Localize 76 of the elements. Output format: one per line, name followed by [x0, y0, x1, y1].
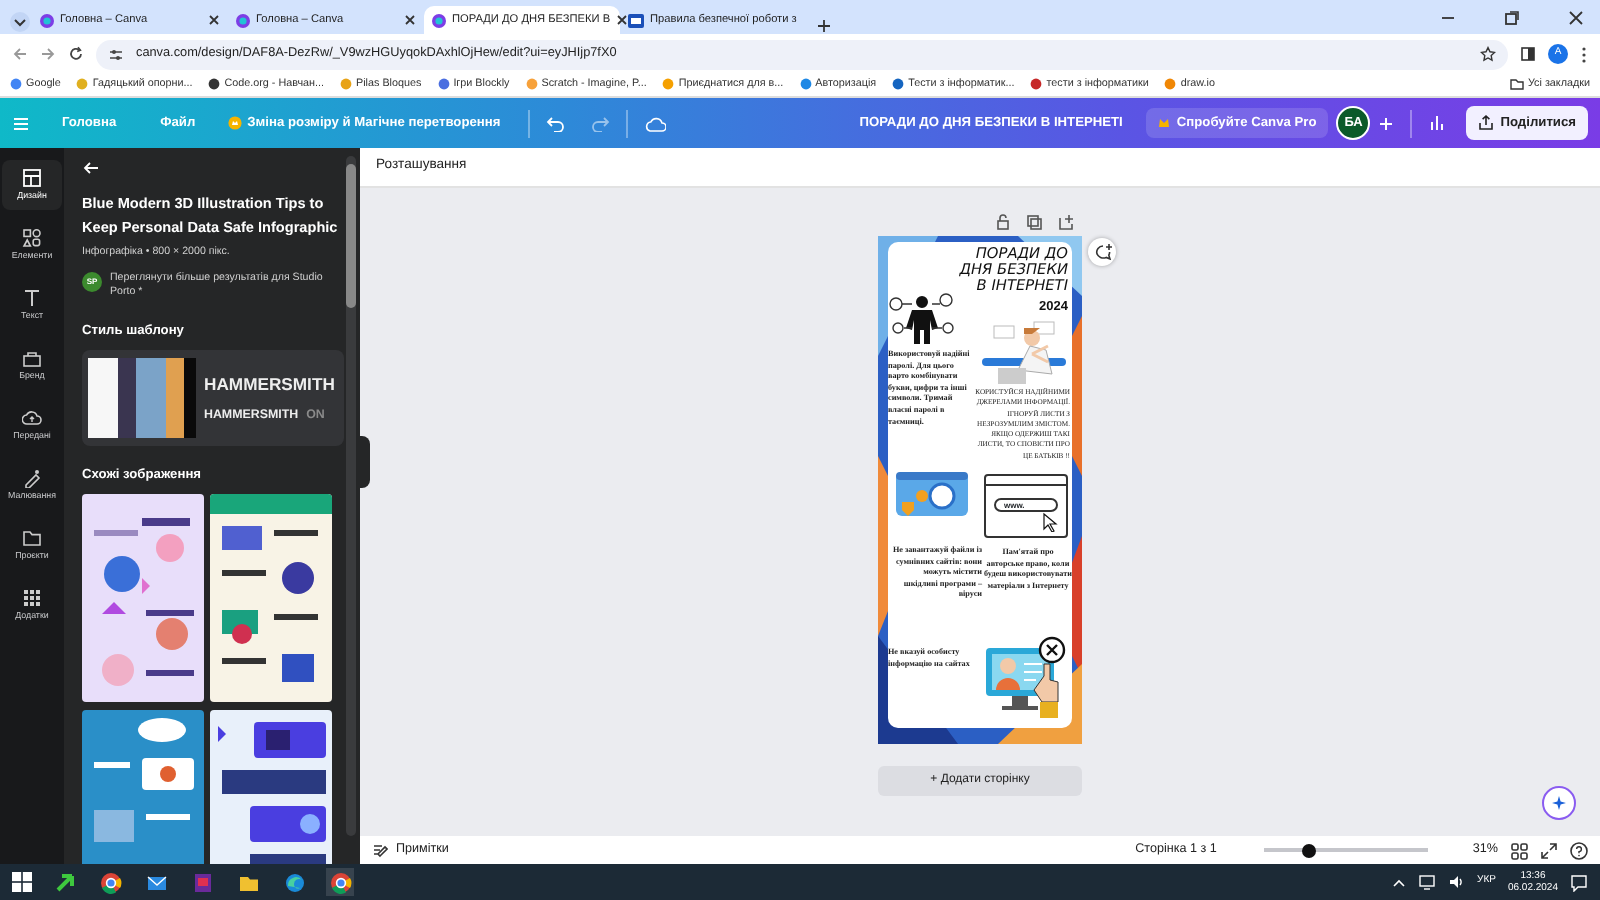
bookmark-icon	[1164, 78, 1177, 91]
cloud-icon[interactable]	[644, 115, 667, 131]
edge-icon[interactable]	[283, 871, 305, 893]
security-window-drawing	[894, 468, 970, 520]
grid-view-icon[interactable]	[1510, 841, 1528, 859]
tab-search-icon[interactable]	[8, 10, 32, 34]
person-network-drawing	[886, 288, 958, 344]
menu-icon[interactable]	[1580, 45, 1588, 63]
collapse-handle[interactable]	[360, 436, 370, 488]
person-computer-drawing	[984, 636, 1068, 720]
bookmark-icon	[1030, 78, 1043, 91]
fullscreen-icon[interactable]	[1540, 841, 1558, 859]
folder-icon	[1509, 78, 1524, 91]
notes-icon	[372, 842, 388, 858]
bookmark-icon	[208, 78, 221, 91]
add-page-icon[interactable]	[1058, 214, 1074, 230]
crown-icon	[1158, 117, 1171, 128]
bookmark-icon	[525, 78, 538, 91]
crown-icon	[227, 115, 242, 130]
site-settings-icon[interactable]	[108, 47, 124, 61]
upload-icon	[22, 407, 42, 428]
close-icon[interactable]	[1568, 9, 1584, 25]
shapes-icon	[22, 227, 42, 248]
person-laptop-drawing	[978, 318, 1070, 386]
chevron-icon[interactable]	[1391, 877, 1406, 887]
add-comment-button[interactable]	[1088, 238, 1116, 266]
comment-icon	[1093, 244, 1111, 260]
side-panel-icon[interactable]	[1520, 46, 1536, 62]
network-icon[interactable]	[1417, 874, 1436, 890]
add-icon[interactable]	[1378, 115, 1395, 131]
bookmark-icon	[340, 78, 353, 91]
briefcase-icon	[22, 347, 42, 368]
bookmark-icon	[662, 78, 675, 91]
font-sample: HAMMERSMITH	[204, 371, 335, 398]
scrollbar-thumb[interactable]	[346, 164, 356, 308]
logo-icon	[236, 13, 250, 27]
lock-icon[interactable]	[996, 214, 1010, 230]
sparkle-icon	[1550, 794, 1568, 812]
mail-icon[interactable]	[145, 871, 167, 893]
chrome-icon[interactable]	[329, 871, 351, 893]
duplicate-icon[interactable]	[1026, 214, 1042, 230]
start-icon[interactable]	[12, 872, 32, 892]
close-icon[interactable]	[208, 14, 220, 26]
bookmark-icon	[437, 78, 450, 91]
document-icon	[628, 13, 644, 27]
folder-icon[interactable]	[237, 871, 259, 893]
slider-thumb[interactable]	[1302, 843, 1317, 857]
grid-icon	[22, 587, 42, 608]
close-icon[interactable]	[616, 14, 629, 26]
bookmark-icon	[76, 78, 89, 91]
arrow-icon[interactable]	[53, 871, 75, 893]
notification-icon[interactable]	[1570, 873, 1588, 891]
chart-icon[interactable]	[1428, 114, 1447, 132]
chrome-icon[interactable]	[99, 871, 121, 893]
forward-icon[interactable]	[40, 46, 56, 62]
restore-icon[interactable]	[1504, 9, 1520, 25]
undo-icon[interactable]	[546, 115, 567, 131]
help-icon[interactable]	[1570, 841, 1588, 859]
star-icon[interactable]	[1480, 46, 1496, 62]
bookmark-icon	[892, 78, 905, 91]
app-icon[interactable]	[191, 871, 213, 893]
bookmark-icon	[799, 78, 812, 91]
folder-icon	[22, 527, 42, 548]
new-tab-icon[interactable]	[816, 18, 832, 34]
share-icon	[1478, 114, 1495, 131]
close-icon[interactable]	[404, 14, 416, 26]
bookmark-icon	[10, 78, 22, 91]
speaker-icon[interactable]	[1447, 874, 1466, 890]
text-icon	[22, 287, 42, 308]
logo-icon	[432, 13, 446, 27]
logo-icon	[40, 13, 54, 27]
layout-icon	[22, 167, 42, 188]
magic-button[interactable]	[1542, 786, 1576, 820]
reload-icon[interactable]	[68, 46, 84, 62]
pen-icon	[22, 467, 42, 488]
cursor-icon	[1042, 512, 1058, 532]
